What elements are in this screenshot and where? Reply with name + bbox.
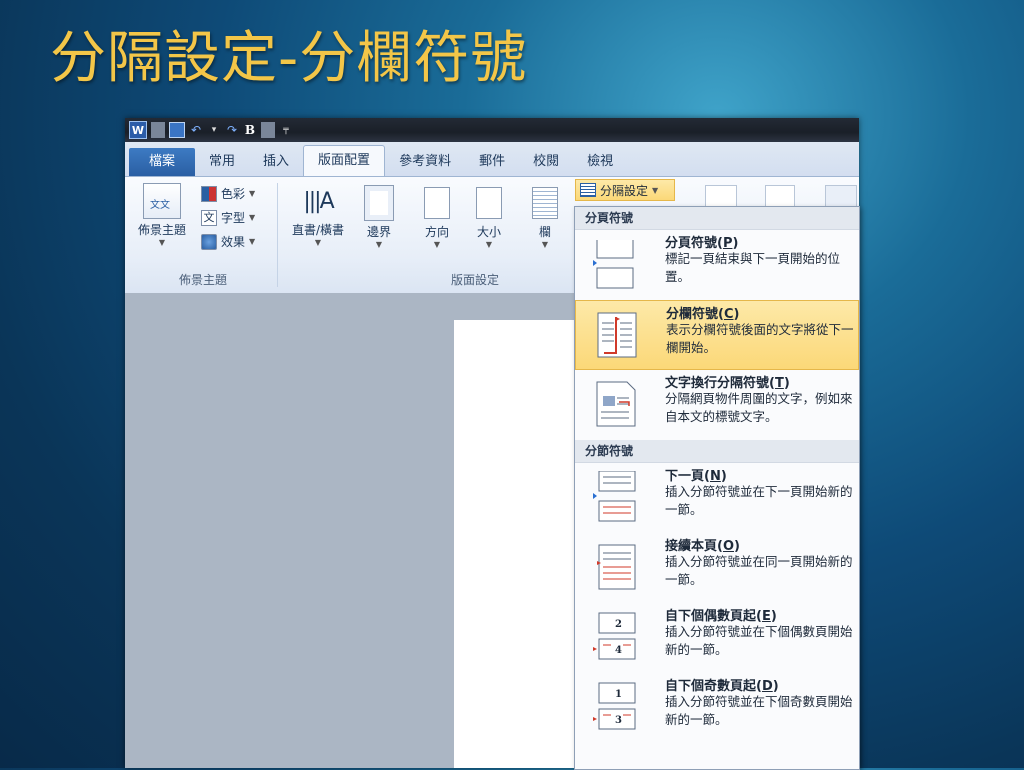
odd-page-icon: 1 3 [593, 682, 636, 730]
text-direction-icon: |||A [303, 189, 334, 214]
menu-item-page-break[interactable]: 分頁符號(P) 標記一頁結束與下一頁開始的位置。 [575, 230, 859, 300]
odd-page-number: 3 [615, 715, 622, 726]
chevron-down-icon: ▼ [433, 240, 441, 249]
tab-file[interactable]: 檔案 [129, 148, 196, 176]
menu-header-section-breaks: 分節符號 [575, 440, 859, 463]
breaks-button[interactable]: 分隔設定 ▼ [575, 179, 675, 201]
document-page[interactable] [454, 320, 584, 768]
effects-icon [201, 233, 217, 250]
slide-title: 分隔設定-分欄符號 [50, 26, 528, 91]
colors-icon [201, 185, 217, 202]
group-separator [277, 183, 278, 287]
menu-item-title: 自下個奇數頁起(D) [665, 679, 779, 694]
save-icon[interactable] [169, 122, 185, 138]
tab-insert[interactable]: 插入 [249, 148, 303, 176]
ribbon-tabs: 檔案 常用 插入 版面配置 參考資料 郵件 校閱 檢視 [125, 142, 859, 176]
even-page-number: 4 [615, 645, 622, 656]
columns-button[interactable]: 欄 ▼ [525, 183, 565, 249]
size-icon [476, 187, 502, 219]
chevron-down-icon: ▼ [541, 240, 549, 249]
chevron-down-icon: ▼ [375, 240, 383, 249]
menu-item-desc: 分隔網頁物件周圍的文字，例如來自本文的標號文字。 [665, 391, 853, 424]
themes-button[interactable]: 文文 佈景主題 ▼ [131, 183, 193, 247]
text-wrapping-icon [596, 381, 636, 427]
menu-item-desc: 標記一頁結束與下一頁開始的位置。 [665, 251, 841, 284]
quick-access-toolbar: W ↶ ▾ ↷ B ╤ [125, 118, 859, 142]
bold-icon[interactable]: B [243, 121, 257, 139]
theme-fonts-button[interactable]: 文 字型 ▼ [201, 209, 255, 226]
orientation-icon [424, 187, 450, 219]
margins-icon [364, 185, 394, 221]
menu-item-title: 接續本頁(O) [665, 539, 740, 554]
page-break-icon [593, 240, 634, 289]
menu-item-title: 分欄符號(C) [666, 307, 740, 322]
menu-item-continuous[interactable]: 接續本頁(O) 插入分節符號並在同一頁開始新的一節。 [575, 533, 859, 603]
breaks-icon [580, 183, 596, 197]
menu-item-odd-page[interactable]: 1 3 自下個奇數頁起(D) 插入分節符號並在下個奇數頁開始新的一節。 [575, 673, 859, 743]
menu-item-title: 文字換行分隔符號(T) [665, 376, 790, 391]
menu-header-page-breaks: 分頁符號 [575, 207, 859, 230]
theme-effects-button[interactable]: 效果 ▼ [201, 233, 255, 250]
undo-dropdown-icon[interactable]: ▾ [207, 121, 221, 139]
themes-icon: 文文 [143, 183, 181, 219]
menu-item-even-page[interactable]: 2 4 自下個偶數頁起(E) 插入分節符號並在下個偶數頁開始新的一節。 [575, 603, 859, 673]
menu-item-title: 自下個偶數頁起(E) [665, 609, 777, 624]
chevron-down-icon: ▼ [485, 240, 493, 249]
menu-item-desc: 插入分節符號並在下個偶數頁開始新的一節。 [665, 624, 853, 657]
tab-page-layout[interactable]: 版面配置 [303, 145, 386, 176]
text-direction-button[interactable]: |||A 直書/橫書 ▼ [283, 183, 353, 247]
menu-item-desc: 插入分節符號並在同一頁開始新的一節。 [665, 554, 853, 587]
menu-item-title: 下一頁(N) [665, 469, 727, 484]
orientation-button[interactable]: 方向 ▼ [417, 183, 457, 249]
even-page-icon: 2 4 [593, 612, 636, 660]
margins-button[interactable]: 邊界 ▼ [359, 183, 399, 249]
redo-icon[interactable]: ↷ [225, 121, 239, 139]
menu-item-text-wrapping-break[interactable]: 文字換行分隔符號(T) 分隔網頁物件周圍的文字，例如來自本文的標號文字。 [575, 370, 859, 440]
menu-item-title: 分頁符號(P) [665, 236, 739, 251]
columns-icon [532, 187, 558, 219]
tab-mailings[interactable]: 郵件 [465, 148, 519, 176]
qat-separator [151, 122, 165, 138]
continuous-icon [597, 544, 636, 590]
tab-references[interactable]: 參考資料 [385, 148, 465, 176]
chevron-down-icon: ▼ [249, 189, 256, 198]
menu-item-desc: 表示分欄符號後面的文字將從下一欄開始。 [666, 322, 854, 355]
menu-item-column-break[interactable]: 分欄符號(C) 表示分欄符號後面的文字將從下一欄開始。 [575, 300, 859, 370]
chevron-down-icon: ▼ [314, 238, 322, 247]
qat-separator [261, 122, 275, 138]
size-button[interactable]: 大小 ▼ [469, 183, 509, 249]
chevron-down-icon: ▼ [249, 237, 256, 246]
chevron-down-icon: ▼ [158, 238, 166, 247]
chevron-down-icon: ▼ [249, 213, 256, 222]
undo-icon[interactable]: ↶ [189, 121, 203, 139]
odd-page-number: 1 [615, 689, 622, 700]
word-app-icon[interactable]: W [129, 121, 147, 139]
tab-review[interactable]: 校閱 [519, 148, 573, 176]
even-page-number: 2 [615, 619, 622, 630]
group-label-themes: 佈景主題 [178, 273, 227, 287]
tab-view[interactable]: 檢視 [573, 148, 627, 176]
menu-item-next-page[interactable]: 下一頁(N) 插入分節符號並在下一頁開始新的一節。 [575, 463, 859, 533]
column-break-icon [597, 312, 637, 358]
menu-item-desc: 插入分節符號並在下一頁開始新的一節。 [665, 484, 853, 517]
breaks-dropdown-menu: 分頁符號 分頁符號(P) 標記一頁結束與下一頁開始的位置。 分欄符號(C) 表示… [574, 206, 860, 770]
fonts-icon: 文 [201, 209, 217, 226]
next-page-icon [593, 471, 636, 522]
customize-qat-icon[interactable]: ╤ [279, 121, 293, 139]
menu-item-desc: 插入分節符號並在下個奇數頁開始新的一節。 [665, 694, 853, 727]
theme-colors-button[interactable]: 色彩 ▼ [201, 185, 255, 202]
chevron-down-icon: ▼ [652, 185, 659, 195]
tab-home[interactable]: 常用 [195, 148, 249, 176]
